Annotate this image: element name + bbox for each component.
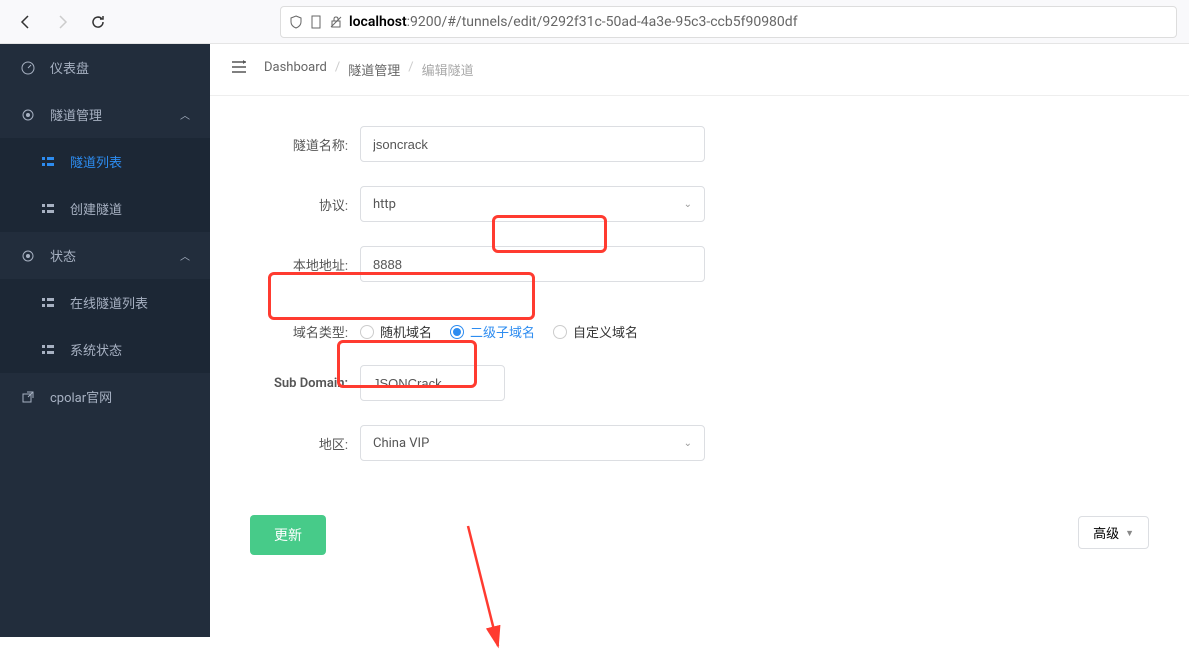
sidebar-item-tunnel-list[interactable]: 隧道列表 (0, 138, 210, 185)
chevron-down-icon: ⌄ (684, 199, 692, 210)
breadcrumb: Dashboard / 隧道管理 / 编辑隧道 (264, 60, 474, 79)
content-area: Dashboard / 隧道管理 / 编辑隧道 隧道名称: 协议: http ⌄ (210, 44, 1189, 637)
reload-button[interactable] (84, 8, 112, 36)
topbar: Dashboard / 隧道管理 / 编辑隧道 (210, 44, 1189, 96)
protocol-label: 协议: (230, 195, 360, 214)
local-addr-label: 本地地址: (230, 255, 360, 274)
tunnel-name-label: 隧道名称: (230, 135, 360, 154)
url-bar[interactable]: localhost:9200/#/tunnels/edit/9292f31c-5… (280, 6, 1177, 38)
protocol-value: http (373, 197, 396, 212)
back-button[interactable] (12, 8, 40, 36)
file-icon (309, 15, 323, 29)
sidebar-item-label: cpolar官网 (50, 387, 112, 406)
sidebar-item-label: 隧道列表 (70, 152, 122, 171)
subdomain-input[interactable] (360, 365, 505, 401)
form-area: 隧道名称: 协议: http ⌄ 本地地址: (210, 96, 1189, 637)
radio-label: 随机域名 (380, 322, 432, 341)
sidebar-item-label: 系统状态 (70, 340, 122, 359)
radio-label: 自定义域名 (573, 322, 638, 341)
sidebar-item-dashboard[interactable]: 仪表盘 (0, 44, 210, 91)
sidebar-item-label: 在线隧道列表 (70, 293, 148, 312)
update-button[interactable]: 更新 (250, 515, 326, 555)
radio-label: 二级子域名 (470, 322, 535, 341)
tunnel-icon (20, 108, 36, 122)
sidebar-item-label: 状态 (50, 246, 76, 265)
list-icon (40, 343, 56, 357)
list-icon (40, 202, 56, 216)
chevron-up-icon: ︿ (180, 248, 190, 263)
radio-random-domain[interactable]: 随机域名 (360, 322, 432, 341)
radio-custom-domain[interactable]: 自定义域名 (553, 322, 638, 341)
shield-icon (289, 15, 303, 29)
list-icon (40, 296, 56, 310)
url-text: localhost:9200/#/tunnels/edit/9292f31c-5… (349, 14, 798, 30)
lock-icon (329, 15, 343, 29)
sidebar-item-online-tunnels[interactable]: 在线隧道列表 (0, 279, 210, 326)
forward-button[interactable] (48, 8, 76, 36)
external-link-icon (20, 390, 36, 404)
radio-subdomain[interactable]: 二级子域名 (450, 322, 535, 341)
annotation-arrow (458, 516, 518, 666)
status-icon (20, 249, 36, 263)
breadcrumb-sep: / (335, 60, 340, 79)
chevron-up-icon: ︿ (180, 107, 190, 122)
protocol-select[interactable]: http ⌄ (360, 186, 705, 222)
sidebar-item-system-status[interactable]: 系统状态 (0, 326, 210, 373)
chevron-down-icon: ⌄ (684, 438, 692, 449)
sidebar-item-cpolar-site[interactable]: cpolar官网 (0, 373, 210, 420)
sidebar-item-tunnel-mgmt[interactable]: 隧道管理 ︿ (0, 91, 210, 138)
breadcrumb-sep: / (408, 60, 413, 79)
sidebar-item-label: 隧道管理 (50, 105, 102, 124)
local-addr-input[interactable] (360, 246, 705, 282)
caret-down-icon: ▼ (1125, 528, 1134, 538)
sidebar: 仪表盘 隧道管理 ︿ 隧道列表 创建隧道 状态 ︿ (0, 44, 210, 637)
breadcrumb-item[interactable]: Dashboard (264, 60, 327, 79)
advanced-button[interactable]: 高级 ▼ (1078, 516, 1149, 549)
region-value: China VIP (373, 436, 429, 451)
breadcrumb-item: 编辑隧道 (422, 60, 474, 79)
sidebar-item-create-tunnel[interactable]: 创建隧道 (0, 185, 210, 232)
sidebar-item-status[interactable]: 状态 ︿ (0, 232, 210, 279)
advanced-label: 高级 (1093, 523, 1119, 542)
menu-toggle-icon[interactable] (230, 58, 248, 81)
breadcrumb-item[interactable]: 隧道管理 (348, 60, 400, 79)
tunnel-name-input[interactable] (360, 126, 705, 162)
sidebar-item-label: 仪表盘 (50, 58, 89, 77)
sidebar-item-label: 创建隧道 (70, 199, 122, 218)
region-label: 地区: (230, 434, 360, 453)
list-icon (40, 155, 56, 169)
region-select[interactable]: China VIP ⌄ (360, 425, 705, 461)
browser-bar: localhost:9200/#/tunnels/edit/9292f31c-5… (0, 0, 1189, 44)
dashboard-icon (20, 61, 36, 75)
subdomain-label: Sub Domain: (230, 376, 360, 391)
domain-type-label: 域名类型: (230, 322, 360, 341)
